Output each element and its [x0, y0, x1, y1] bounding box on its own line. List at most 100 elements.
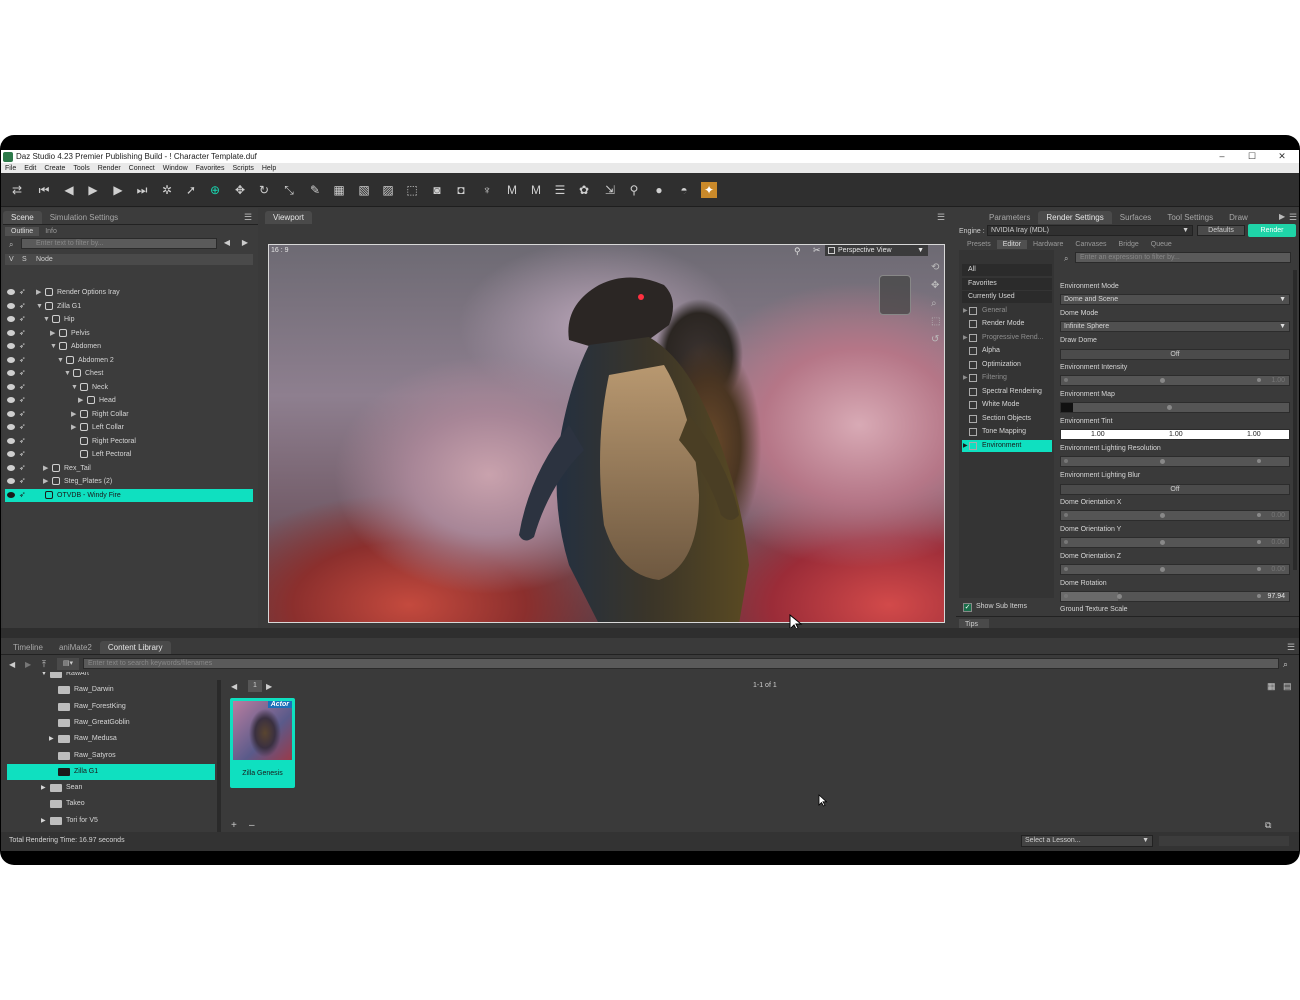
pane-menu-icon[interactable]: ☰	[244, 212, 252, 223]
menu-help[interactable]: Help	[262, 165, 276, 172]
menu-scripts[interactable]: Scripts	[232, 165, 253, 172]
prev-page-icon[interactable]: ◀	[231, 682, 237, 691]
expand-icon[interactable]: ▶	[963, 332, 968, 344]
rotate-icon[interactable]: ↻	[256, 182, 272, 198]
menu-create[interactable]: Create	[44, 165, 65, 172]
category-checkbox[interactable]	[969, 347, 977, 355]
menu-tools[interactable]: Tools	[73, 165, 89, 172]
scene-node[interactable]: ➶ ▼ Abdomen	[5, 340, 253, 353]
scene-node[interactable]: ➶ Right Pectoral	[5, 435, 253, 448]
collapse-icon[interactable]: ▼	[71, 381, 78, 394]
menu-favorites[interactable]: Favorites	[196, 165, 225, 172]
category-checkbox[interactable]	[969, 401, 977, 409]
select-toggle-icon[interactable]: ➶	[19, 463, 27, 472]
draw-dome-toggle[interactable]: Off	[1060, 349, 1290, 360]
defaults-button[interactable]: Defaults	[1197, 225, 1245, 236]
frame-icon[interactable]: ⬚	[931, 313, 940, 331]
spot-render-icon[interactable]: ◘	[453, 182, 469, 198]
select-toggle-icon[interactable]: ➶	[19, 396, 27, 404]
category-item[interactable]: Favorites	[962, 277, 1052, 290]
category-item[interactable]: White Mode	[962, 399, 1052, 411]
folder-scrollbar[interactable]	[217, 680, 221, 832]
minimize-button[interactable]: –	[1207, 150, 1237, 163]
environment-map-slider[interactable]	[1060, 402, 1290, 413]
close-button[interactable]: ✕	[1267, 150, 1297, 163]
category-checkbox[interactable]	[969, 374, 977, 382]
select-toggle-icon[interactable]: ➶	[19, 315, 27, 323]
library-folder[interactable]: Raw_ForestKing	[7, 699, 215, 715]
render-icon[interactable]: ◙	[429, 182, 445, 198]
scene-node[interactable]: ➶ ▼ Zilla G1	[5, 300, 253, 313]
pan-icon[interactable]: ✥	[931, 277, 940, 295]
remove-button[interactable]: –	[249, 820, 255, 831]
expand-arrow-icon[interactable]: ▶	[239, 238, 251, 249]
surface-selection-icon[interactable]: ▧	[356, 182, 372, 198]
environment-tint-color[interactable]: 1.00 1.00 1.00	[1060, 429, 1290, 440]
category-item[interactable]: ▶ Environment	[962, 439, 1052, 452]
scene-node[interactable]: ➶ ▶ Head	[5, 394, 253, 407]
slider-knob[interactable]	[1167, 405, 1172, 410]
slider-knob[interactable]	[1160, 567, 1165, 572]
category-item[interactable]: Optimization	[962, 359, 1052, 371]
lesson-select[interactable]: Select a Lesson... ▼	[1021, 835, 1153, 847]
category-checkbox[interactable]	[969, 306, 977, 315]
dome-orientation-x-slider[interactable]: 0.00	[1060, 510, 1290, 521]
scene-node[interactable]: ➶ OTVDB - Windy Fire	[5, 488, 253, 502]
eye-icon[interactable]	[7, 383, 15, 390]
scene-node[interactable]: ➶ ▼ Hip	[5, 313, 253, 326]
library-menu-icon[interactable]: ☰	[1287, 642, 1295, 653]
expand-icon[interactable]: ▶	[41, 780, 46, 796]
tab-scene[interactable]: Scene	[3, 211, 42, 224]
category-checkbox[interactable]	[969, 360, 977, 369]
collapse-icon[interactable]: ▼	[41, 672, 47, 682]
render-button[interactable]: Render	[1248, 224, 1296, 237]
scene-node[interactable]: ➶ ▼ Neck	[5, 381, 253, 394]
back-arrow-icon[interactable]: ◀	[9, 660, 15, 669]
env-lighting-blur-toggle[interactable]: Off	[1060, 484, 1290, 495]
splitter[interactable]	[1, 628, 1299, 638]
next-page-icon[interactable]: ▶	[266, 682, 272, 691]
scene-node[interactable]: ➶ ▶ Render Options Iray	[5, 286, 253, 299]
viewport-menu-icon[interactable]: ☰	[937, 212, 945, 223]
menu-connect[interactable]: Connect	[129, 165, 155, 172]
add-button[interactable]: +	[231, 820, 237, 831]
expand-icon[interactable]: ▶	[36, 286, 41, 299]
expand-icon[interactable]: ▶	[71, 421, 76, 434]
library-folder[interactable]: ▶ Sean	[7, 780, 215, 796]
eye-icon[interactable]	[7, 397, 15, 403]
tab-outline[interactable]: Outline	[5, 227, 40, 236]
eye-icon[interactable]	[7, 356, 15, 363]
scale-icon[interactable]: ⤡	[281, 182, 297, 198]
copy-icon[interactable]: ⧉	[1265, 820, 1271, 831]
next-frame-icon[interactable]: ▶	[110, 182, 126, 198]
property-filter-input[interactable]: Enter an expression to filter by...	[1075, 252, 1291, 263]
category-item[interactable]: Currently Used	[962, 291, 1052, 303]
category-checkbox[interactable]	[969, 387, 977, 396]
node-weight-icon[interactable]: ▨	[380, 182, 396, 198]
eye-icon[interactable]	[7, 289, 15, 295]
loop-icon[interactable]: ⇄	[9, 182, 25, 198]
tab-surfaces[interactable]: Surfaces	[1112, 211, 1160, 224]
forward-arrow-icon[interactable]: ▶	[25, 660, 31, 669]
environment-mode-select[interactable]: Dome and Scene ▼	[1060, 294, 1290, 305]
lesson-controls[interactable]	[1159, 836, 1289, 846]
dome-rotation-slider[interactable]: 97.94	[1060, 591, 1290, 602]
expand-icon[interactable]: ▶	[50, 327, 55, 340]
collapse-icon[interactable]: ▼	[64, 367, 71, 380]
expand-icon[interactable]: ▶	[963, 372, 968, 384]
slider-knob[interactable]	[1160, 513, 1165, 518]
category-checkbox[interactable]	[969, 333, 977, 342]
region-tool-icon[interactable]: ⬚	[404, 182, 420, 198]
slider-knob[interactable]	[1160, 540, 1165, 545]
scene-filter-input[interactable]: Enter text to filter by...	[21, 238, 217, 249]
category-item[interactable]: Section Objects	[962, 413, 1052, 425]
slider-knob[interactable]	[1160, 459, 1165, 464]
category-checkbox[interactable]	[969, 441, 977, 450]
tab-draw[interactable]: Draw	[1221, 211, 1256, 224]
select-toggle-icon[interactable]: ➶	[19, 328, 27, 337]
collapse-icon[interactable]: ▼	[57, 354, 64, 367]
library-folder[interactable]: ▶ Tori for V5	[7, 813, 215, 829]
eye-icon[interactable]	[7, 478, 15, 484]
eye-icon[interactable]	[7, 370, 15, 376]
category-item[interactable]: ▶ Progressive Rend...	[962, 332, 1052, 344]
